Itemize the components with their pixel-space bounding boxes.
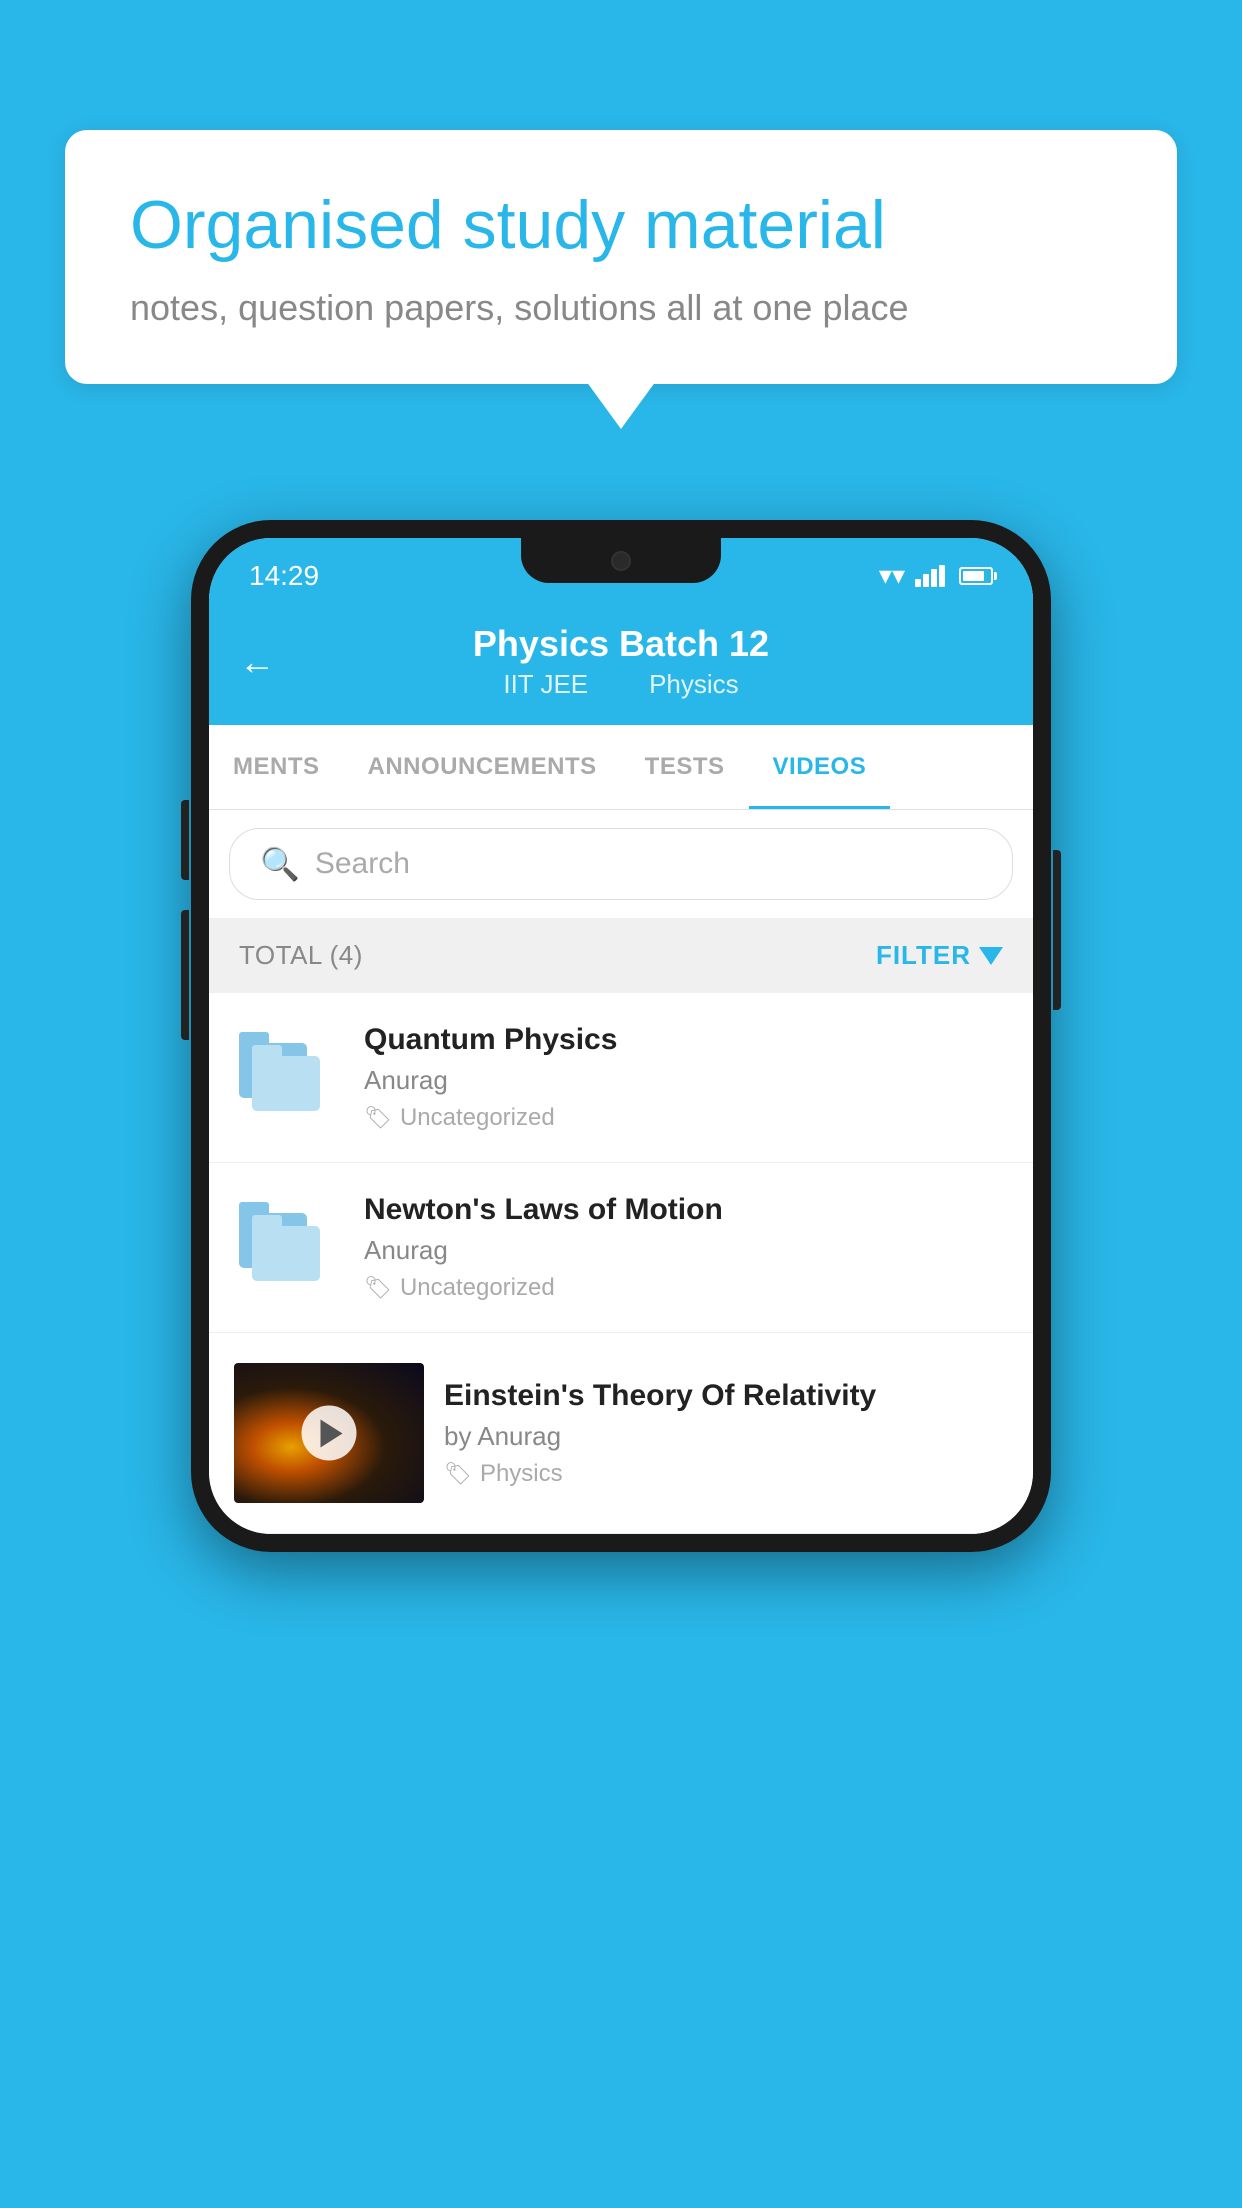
back-button[interactable]: ← xyxy=(239,641,275,683)
play-button[interactable] xyxy=(302,1406,357,1461)
tag-text: Uncategorized xyxy=(400,1104,555,1132)
header-subtitle-physics: Physics xyxy=(649,669,739,699)
video-title: Newton's Laws of Motion xyxy=(364,1193,1008,1227)
video-title: Einstein's Theory Of Relativity xyxy=(444,1379,1008,1413)
list-item[interactable]: Einstein's Theory Of Relativity by Anura… xyxy=(209,1333,1033,1534)
tab-announcements[interactable]: ANNOUNCEMENTS xyxy=(344,725,621,809)
wifi-icon: ▾▾ xyxy=(879,560,905,591)
search-container: 🔍 Search xyxy=(209,810,1033,918)
video-info: Einstein's Theory Of Relativity by Anura… xyxy=(444,1379,1008,1488)
phone-outer: 14:29 ▾▾ ← Phy xyxy=(191,520,1051,1552)
tag-icon: 🏷 xyxy=(364,1105,392,1131)
list-item[interactable]: Newton's Laws of Motion Anurag 🏷 Uncateg… xyxy=(209,1163,1033,1333)
list-item[interactable]: Quantum Physics Anurag 🏷 Uncategorized xyxy=(209,993,1033,1163)
video-author: Anurag xyxy=(364,1235,1008,1266)
folder-front xyxy=(252,1056,320,1111)
bubble-subtitle: notes, question papers, solutions all at… xyxy=(130,287,1112,329)
tag-icon: 🏷 xyxy=(364,1275,392,1301)
video-info: Newton's Laws of Motion Anurag 🏷 Uncateg… xyxy=(364,1193,1008,1302)
filter-icon xyxy=(979,947,1003,965)
tag-text: Uncategorized xyxy=(400,1274,555,1302)
phone-notch xyxy=(521,538,721,583)
video-info: Quantum Physics Anurag 🏷 Uncategorized xyxy=(364,1023,1008,1132)
folder-front xyxy=(252,1226,320,1281)
filter-button[interactable]: FILTER xyxy=(876,940,1003,971)
search-icon: 🔍 xyxy=(260,845,300,883)
phone-button-left2 xyxy=(181,910,189,1040)
signal-icon xyxy=(915,565,945,587)
tab-ments[interactable]: MENTS xyxy=(209,725,344,809)
phone-button-left xyxy=(181,800,189,880)
video-list: Quantum Physics Anurag 🏷 Uncategorized xyxy=(209,993,1033,1534)
app-header: ← Physics Batch 12 IIT JEE Physics xyxy=(209,603,1033,725)
header-title: Physics Batch 12 IIT JEE Physics xyxy=(473,623,769,700)
status-time: 14:29 xyxy=(249,560,319,592)
video-tag: 🏷 Uncategorized xyxy=(364,1104,1008,1132)
header-subtitle-iit: IIT JEE xyxy=(503,669,588,699)
phone-screen: 14:29 ▾▾ ← Phy xyxy=(209,538,1033,1534)
video-thumbnail xyxy=(234,1363,424,1503)
tab-videos[interactable]: VIDEOS xyxy=(749,725,891,809)
status-icons: ▾▾ xyxy=(879,560,993,591)
play-icon xyxy=(320,1419,342,1447)
camera-notch xyxy=(611,551,631,571)
bubble-title: Organised study material xyxy=(130,185,1112,267)
tag-text: Physics xyxy=(480,1460,563,1488)
video-author: Anurag xyxy=(364,1065,1008,1096)
filter-label: FILTER xyxy=(876,940,971,971)
header-main-title: Physics Batch 12 xyxy=(473,623,769,665)
speech-bubble: Organised study material notes, question… xyxy=(65,130,1177,384)
phone-wrapper: 14:29 ▾▾ ← Phy xyxy=(191,520,1051,1552)
battery-icon xyxy=(959,567,993,585)
total-count: TOTAL (4) xyxy=(239,940,363,971)
phone-button-right xyxy=(1053,850,1061,1010)
video-tag: 🏷 Uncategorized xyxy=(364,1274,1008,1302)
speech-bubble-container: Organised study material notes, question… xyxy=(65,130,1177,384)
video-tag: 🏷 Physics xyxy=(444,1460,1008,1488)
header-subtitle-sep xyxy=(611,669,625,699)
search-bar[interactable]: 🔍 Search xyxy=(229,828,1013,900)
video-author: by Anurag xyxy=(444,1421,1008,1452)
tag-icon: 🏷 xyxy=(444,1461,472,1487)
video-title: Quantum Physics xyxy=(364,1023,1008,1057)
folder-icon xyxy=(234,1038,334,1118)
tab-tests[interactable]: TESTS xyxy=(621,725,749,809)
folder-icon xyxy=(234,1208,334,1288)
filter-bar: TOTAL (4) FILTER xyxy=(209,918,1033,993)
tabs-container: MENTS ANNOUNCEMENTS TESTS VIDEOS xyxy=(209,725,1033,810)
header-subtitle: IIT JEE Physics xyxy=(473,669,769,700)
search-placeholder: Search xyxy=(315,847,410,881)
